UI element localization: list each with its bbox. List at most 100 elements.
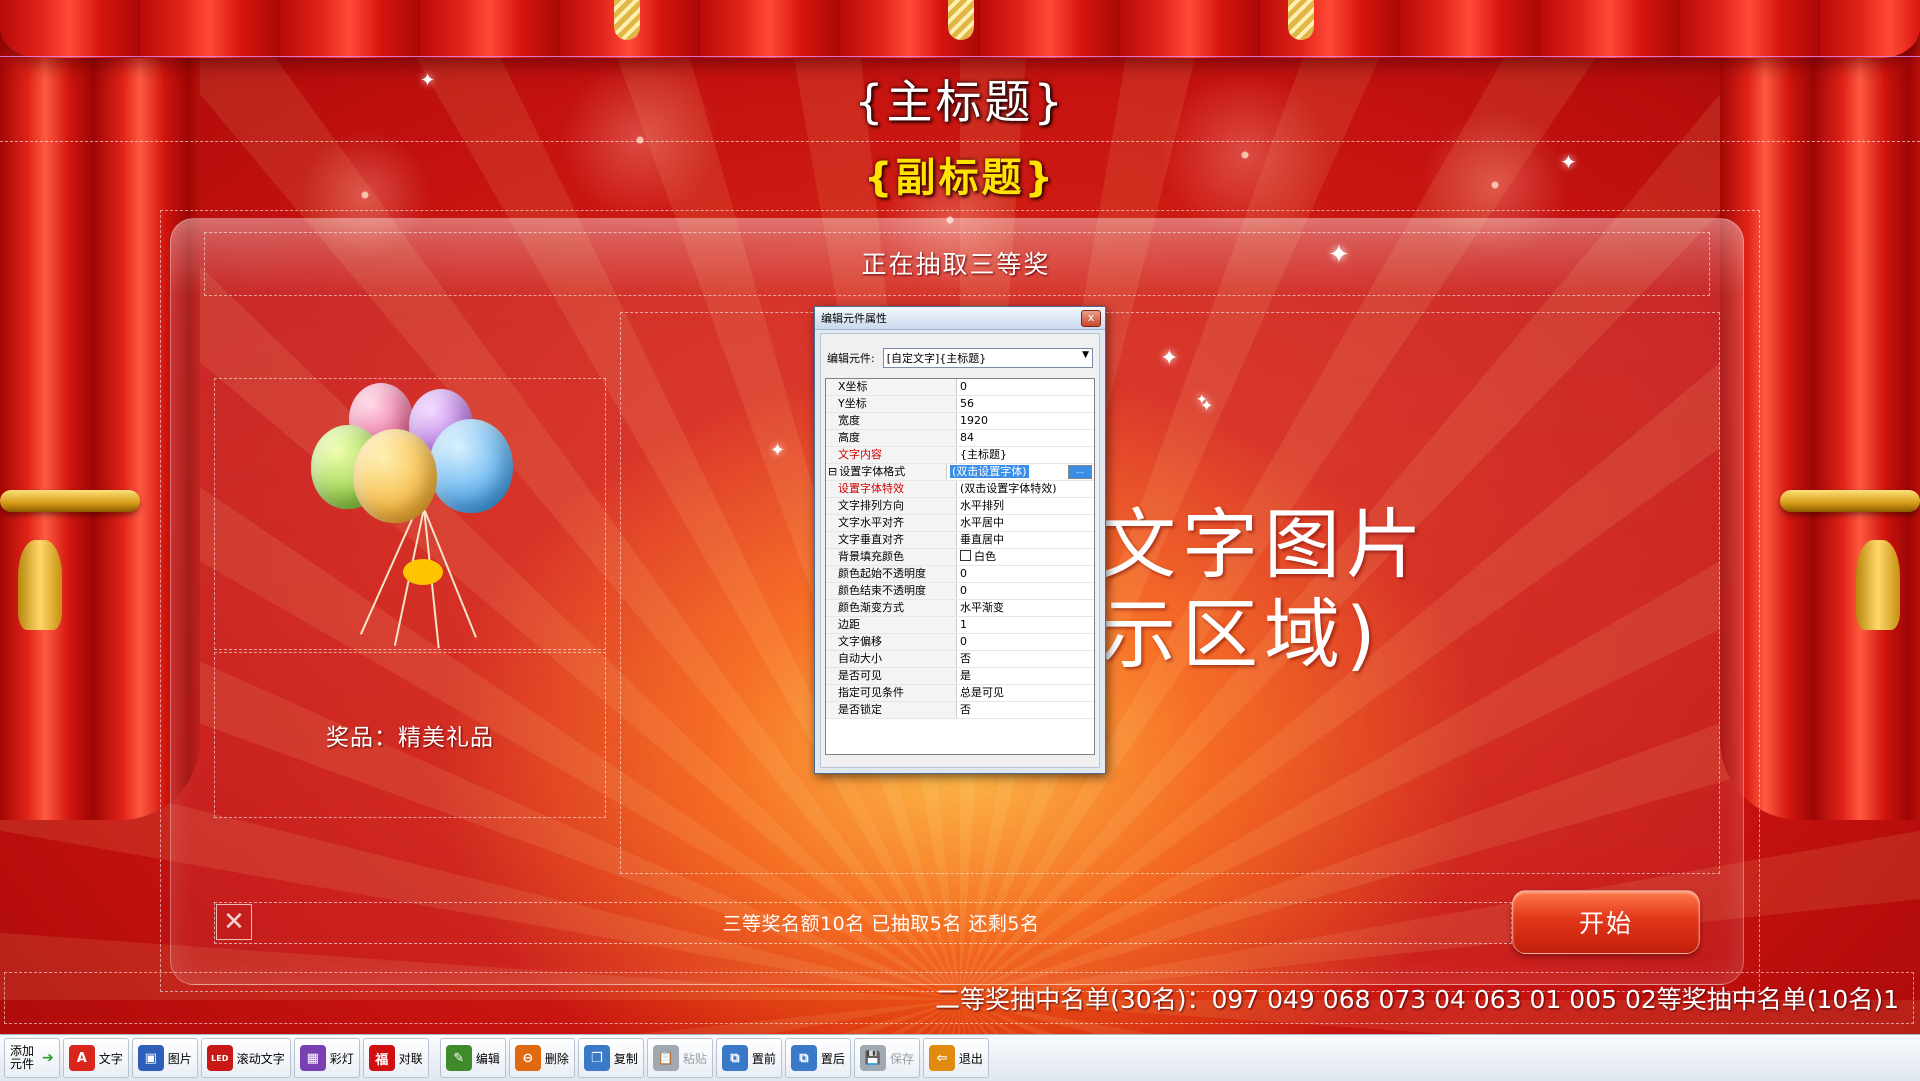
left-tassel	[18, 540, 62, 630]
send-back-icon: ⧉	[790, 1045, 817, 1071]
add-element-label: 添加元件	[10, 1044, 35, 1071]
toolbar-button-label: 删除	[544, 1051, 569, 1066]
property-row[interactable]: 文字水平对齐 水平居中	[826, 515, 1094, 532]
lights-icon: ▦	[299, 1045, 326, 1071]
property-grid[interactable]: X坐标 0 Y坐标 56 宽度 1920 高度 84 文字内容 {主标题} ⊟ 设置字体格式 (双击设置…	[825, 378, 1095, 755]
rope-decoration	[948, 0, 974, 40]
font-picker-button[interactable]: ...	[1068, 465, 1092, 479]
element-selector-dropdown[interactable]: [自定文字]{主标题} ▼	[882, 348, 1093, 368]
toolbar-button-text[interactable]: A 文字	[62, 1038, 129, 1078]
clear-button[interactable]: ✕	[216, 904, 252, 940]
dialog-titlebar[interactable]: 编辑元件属性 x	[815, 307, 1105, 330]
property-row[interactable]: 边距 1	[826, 617, 1094, 634]
property-value[interactable]: 0	[957, 379, 1094, 395]
property-name-text: 文字排列方向	[838, 499, 904, 512]
property-row[interactable]: 是否锁定 否	[826, 702, 1094, 719]
property-row[interactable]: 颜色结束不透明度 0	[826, 583, 1094, 600]
property-name: Y坐标	[826, 396, 957, 412]
property-value[interactable]: 56	[957, 396, 1094, 412]
toolbar-button-copy[interactable]: ❐ 复制	[577, 1038, 644, 1078]
property-value[interactable]: {主标题}	[957, 447, 1094, 463]
property-value[interactable]: 1	[957, 617, 1094, 633]
text-icon: A	[68, 1045, 95, 1071]
toolbar-button-image[interactable]: ▣ 图片	[131, 1038, 198, 1078]
start-button[interactable]: 开始	[1512, 890, 1700, 954]
property-name: 边距	[826, 617, 957, 633]
property-value[interactable]: (双击设置字体特效)	[957, 481, 1094, 497]
prize-image-box[interactable]	[214, 378, 606, 650]
property-name-text: 背景填充颜色	[838, 550, 904, 563]
image-icon: ▣	[137, 1045, 164, 1071]
property-value-text: 水平排列	[960, 499, 1004, 512]
exit-icon: ⇦	[928, 1045, 955, 1071]
property-value[interactable]: 白色	[957, 549, 1094, 565]
add-element-button[interactable]: 添加元件 ➔	[4, 1038, 60, 1078]
chevron-down-icon: ▼	[1082, 350, 1089, 360]
toolbar-button-bring-front[interactable]: ⧉ 置前	[715, 1038, 782, 1078]
close-icon: ✕	[223, 907, 245, 937]
property-row[interactable]: 宽度 1920	[826, 413, 1094, 430]
property-value[interactable]: 1920	[957, 413, 1094, 429]
property-name: 文字水平对齐	[826, 515, 957, 531]
property-row[interactable]: X坐标 0	[826, 379, 1094, 396]
property-row[interactable]: 文字垂直对齐 垂直居中	[826, 532, 1094, 549]
toolbar-button-led[interactable]: LED 滚动文字	[200, 1038, 291, 1078]
property-row[interactable]: 高度 84	[826, 430, 1094, 447]
quota-status: 三等奖名额10名 已抽取5名 还剩5名	[722, 912, 1040, 935]
toolbar-button-edit[interactable]: ✎ 编辑	[439, 1038, 506, 1078]
sub-title[interactable]: {副标题}	[0, 142, 1920, 206]
toolbar-button-couplet[interactable]: 福对联	[362, 1038, 429, 1078]
winners-text: 二等奖抽中名单(30名)：097 049 068 073 04 063 01 0…	[935, 985, 1899, 1014]
property-value[interactable]: 总是可见	[957, 685, 1094, 701]
toolbar-button-exit[interactable]: ⇦ 退出	[922, 1038, 989, 1078]
property-value[interactable]: 84	[957, 430, 1094, 446]
property-row[interactable]: 文字排列方向 水平排列	[826, 498, 1094, 515]
toolbar-button-label: 保存	[889, 1051, 914, 1066]
property-row[interactable]: 是否可见 是	[826, 668, 1094, 685]
property-value[interactable]: 水平居中	[957, 515, 1094, 531]
drawing-status[interactable]: 正在抽取三等奖	[204, 232, 1708, 294]
right-curtain-tie	[1780, 490, 1920, 512]
property-value[interactable]: (双击设置字体)...	[947, 464, 1094, 480]
rope-decoration	[614, 0, 640, 40]
toolbar-button-paste[interactable]: 📋 粘贴	[646, 1038, 713, 1078]
property-row[interactable]: 指定可见条件 总是可见	[826, 685, 1094, 702]
property-row[interactable]: 颜色渐变方式 水平渐变	[826, 600, 1094, 617]
property-value[interactable]: 是	[957, 668, 1094, 684]
element-selector-row: 编辑元件: [自定文字]{主标题} ▼	[827, 348, 1093, 368]
edit-properties-dialog[interactable]: 编辑元件属性 x 编辑元件: [自定文字]{主标题} ▼ X坐标 0 Y坐标 56 宽度…	[814, 306, 1106, 774]
toolbar-button-lights[interactable]: ▦ 彩灯	[293, 1038, 360, 1078]
color-swatch-checkbox[interactable]	[960, 550, 971, 561]
property-value-text: 否	[960, 652, 971, 665]
property-row[interactable]: 自动大小 否	[826, 651, 1094, 668]
property-value[interactable]: 0	[957, 566, 1094, 582]
property-value[interactable]: 0	[957, 583, 1094, 599]
toolbar-button-delete[interactable]: ⊖ 删除	[508, 1038, 575, 1078]
property-value-text: (双击设置字体特效)	[960, 482, 1057, 495]
property-row[interactable]: 颜色起始不透明度 0	[826, 566, 1094, 583]
prize-label-box[interactable]: 奖品：精美礼品	[214, 652, 606, 818]
property-value[interactable]: 水平排列	[957, 498, 1094, 514]
property-value[interactable]: 0	[957, 634, 1094, 650]
property-row[interactable]: ⊟ 设置字体格式 (双击设置字体)...	[826, 464, 1094, 481]
winners-ticker[interactable]: 二等奖抽中名单(30名)：097 049 068 073 04 063 01 0…	[4, 972, 1914, 1024]
property-value[interactable]: 否	[957, 702, 1094, 718]
toolbar-button-send-back[interactable]: ⧉ 置后	[784, 1038, 851, 1078]
property-row[interactable]: 文字偏移 0	[826, 634, 1094, 651]
property-row[interactable]: Y坐标 56	[826, 396, 1094, 413]
property-row[interactable]: 设置字体特效 (双击设置字体特效)	[826, 481, 1094, 498]
property-name-text: 是否可见	[838, 669, 882, 682]
toolbar-button-save[interactable]: 💾 保存	[853, 1038, 920, 1078]
property-row[interactable]: 文字内容 {主标题}	[826, 447, 1094, 464]
property-value[interactable]: 垂直居中	[957, 532, 1094, 548]
element-selector-label: 编辑元件:	[827, 352, 875, 365]
property-value-text: 56	[960, 397, 974, 410]
dialog-close-button[interactable]: x	[1081, 310, 1101, 327]
property-value[interactable]: 否	[957, 651, 1094, 667]
property-name: ⊟ 设置字体格式	[826, 464, 947, 480]
collapse-icon[interactable]: ⊟	[828, 465, 837, 478]
main-title[interactable]: {主标题}	[0, 56, 1920, 142]
property-value[interactable]: 水平渐变	[957, 600, 1094, 616]
property-value-text: 84	[960, 431, 974, 444]
property-row[interactable]: 背景填充颜色 白色	[826, 549, 1094, 566]
